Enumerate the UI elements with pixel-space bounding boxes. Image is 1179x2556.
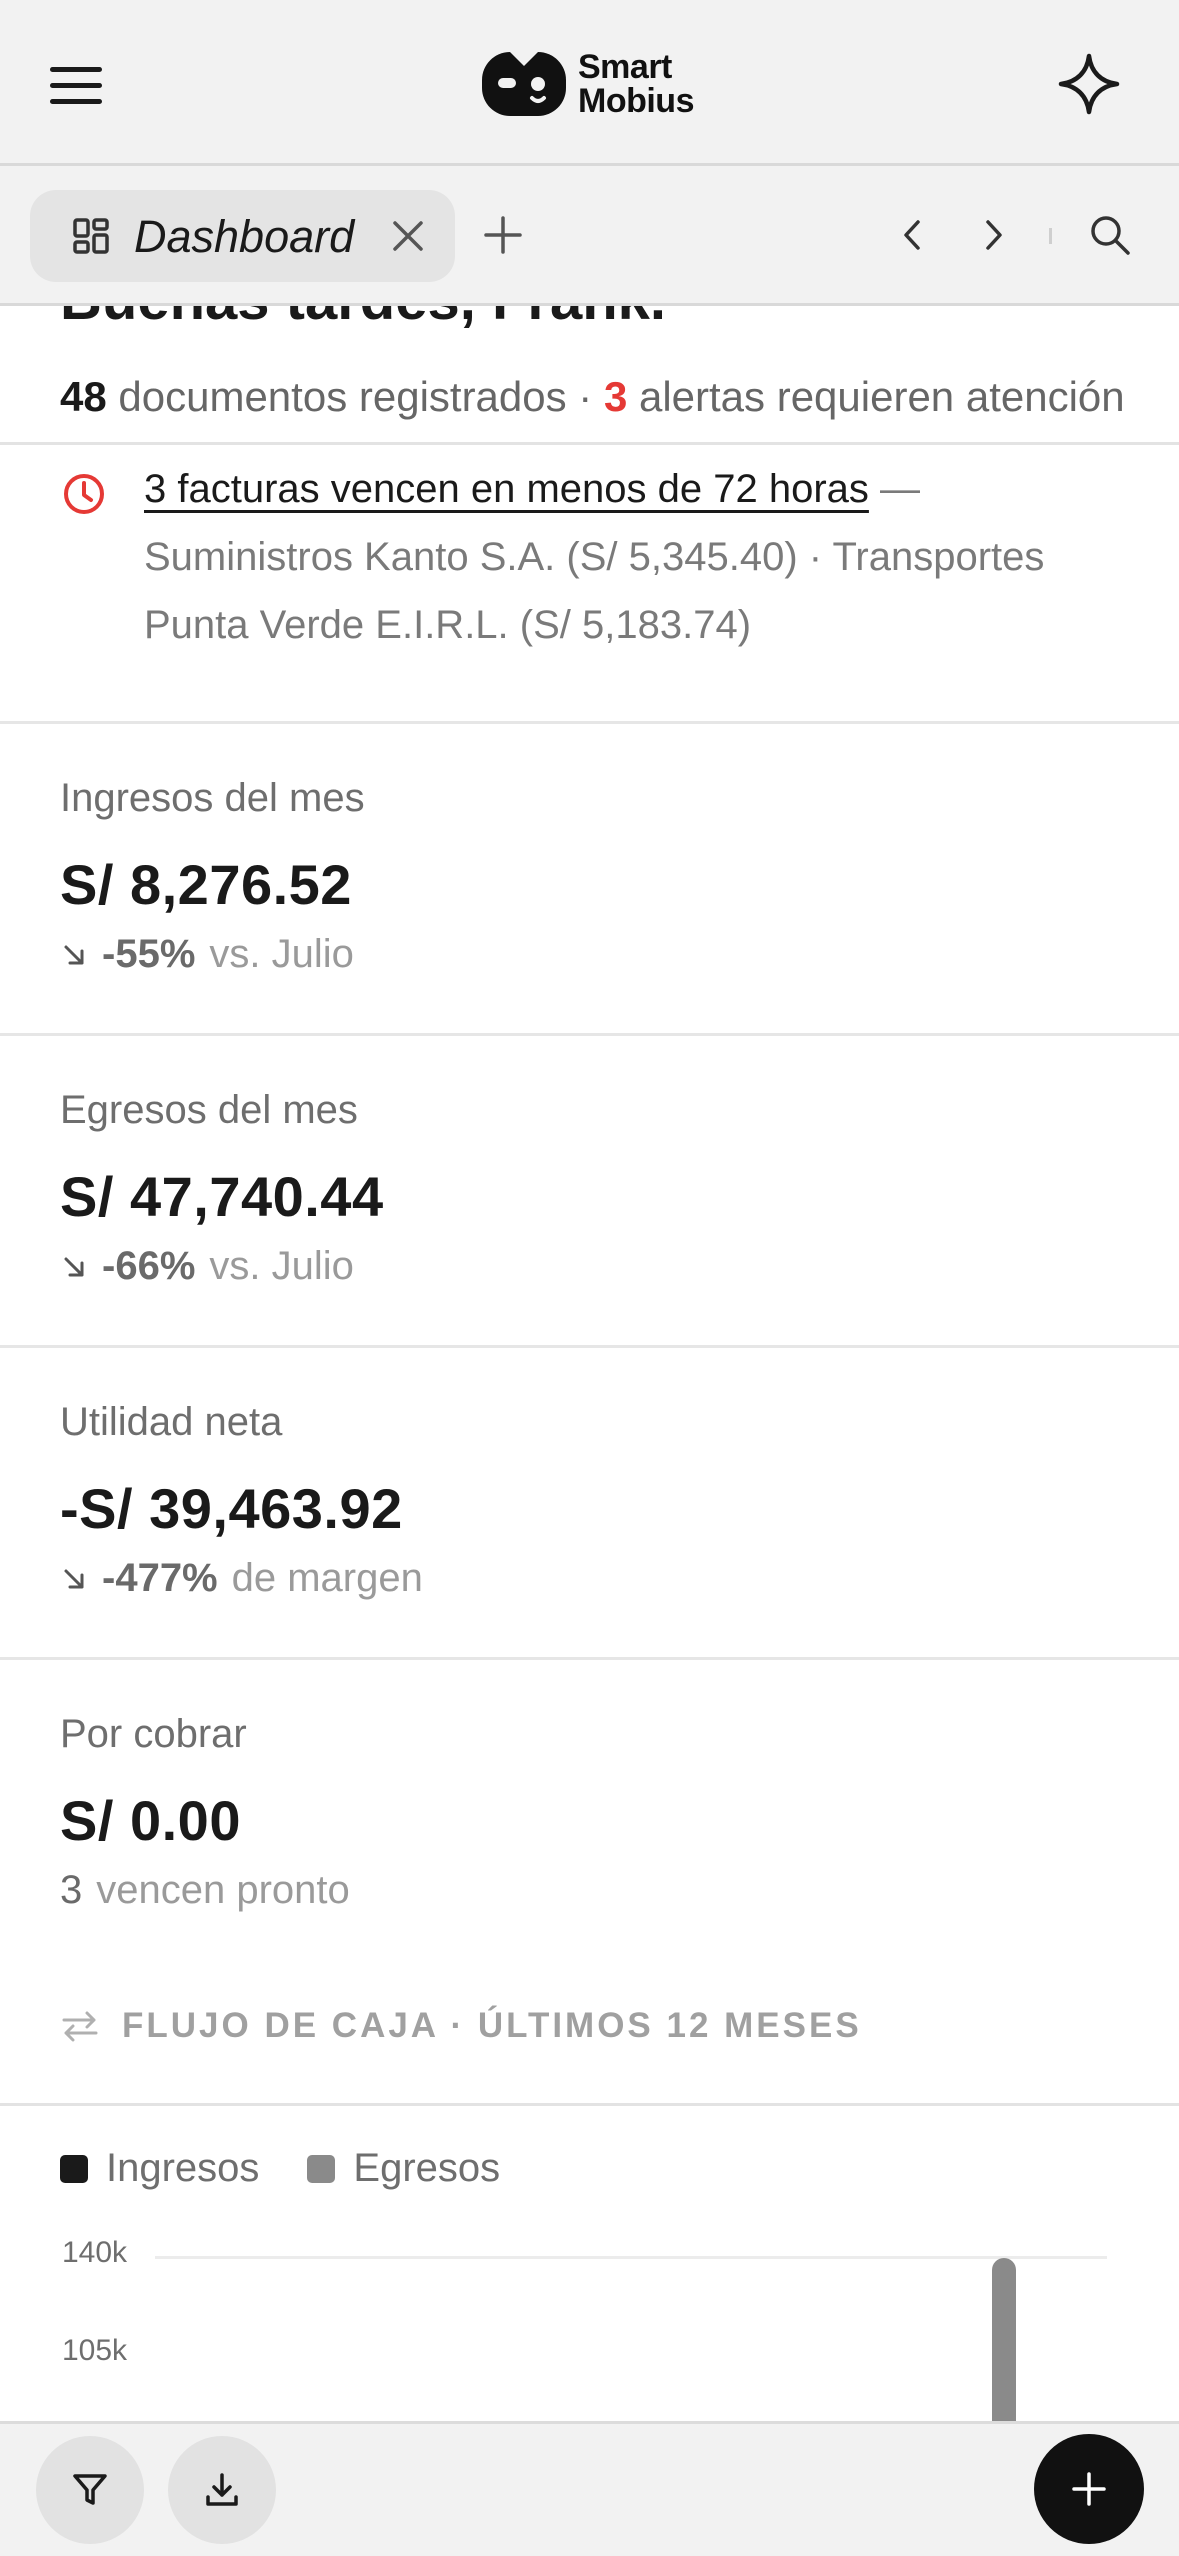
kpi-due-count: 3 bbox=[60, 1868, 83, 1912]
legend-swatch-expense bbox=[307, 2154, 336, 2183]
kpi-label: Utilidad neta bbox=[60, 1400, 283, 1444]
plus-icon bbox=[1072, 2472, 1106, 2506]
gridline bbox=[155, 2256, 1107, 2259]
kpi-change-percent: -55% bbox=[102, 932, 196, 976]
logo-text: Smart Mobius bbox=[578, 50, 694, 118]
clock-alert-icon bbox=[64, 474, 104, 514]
bottom-toolbar bbox=[0, 2421, 1179, 2556]
tab-dashboard[interactable]: Dashboard bbox=[30, 190, 455, 282]
hamburger-line bbox=[50, 98, 102, 104]
tab-bar: Dashboard bbox=[0, 166, 1179, 306]
arrow-down-right-icon bbox=[64, 1569, 84, 1588]
close-icon[interactable] bbox=[387, 215, 429, 257]
kpi-value: -S/ 39,463.92 bbox=[60, 1477, 403, 1540]
kpi-change-percent: -66% bbox=[102, 1244, 196, 1288]
search-icon[interactable] bbox=[1085, 210, 1135, 260]
arrow-down-right-icon bbox=[64, 945, 84, 964]
kpi-due-soon: 3 vencen pronto bbox=[60, 1868, 350, 1913]
kpi-value: S/ 0.00 bbox=[60, 1789, 241, 1852]
bar-egresos[interactable] bbox=[992, 2258, 1016, 2421]
logo-line-1: Smart bbox=[578, 48, 672, 86]
greeting-heading: Buenas tardes, Frank. bbox=[60, 306, 666, 333]
app-bar: Smart Mobius bbox=[0, 0, 1179, 166]
filter-icon bbox=[73, 2474, 107, 2505]
kpi-value: S/ 47,740.44 bbox=[60, 1165, 384, 1228]
document-count: 48 bbox=[60, 373, 107, 420]
dashboard-content[interactable]: Buenas tardes, Frank. 48 documentos regi… bbox=[0, 306, 1179, 2421]
hamburger-line bbox=[50, 82, 102, 88]
alert-count-text: alertas requieren atención bbox=[627, 373, 1125, 420]
chart-legend: Ingresos Egresos bbox=[60, 2146, 548, 2191]
kpi-card-income[interactable]: Ingresos del mes S/ 8,276.52 -55% vs. Ju… bbox=[0, 721, 1179, 1033]
kpi-change-suffix: de margen bbox=[231, 1556, 423, 1600]
toolbar-separator bbox=[1049, 228, 1052, 244]
arrow-down-right-icon bbox=[64, 1257, 84, 1276]
due-invoices-link[interactable]: 3 facturas vencen en menos de 72 horas bbox=[144, 467, 869, 511]
download-button[interactable] bbox=[168, 2436, 276, 2544]
due-invoices-alert[interactable]: 3 facturas vencen en menos de 72 horas —… bbox=[0, 445, 1179, 721]
kpi-change-percent: -477% bbox=[102, 1556, 218, 1600]
hamburger-menu-icon bbox=[50, 66, 102, 72]
app-logo[interactable]: Smart Mobius bbox=[480, 44, 694, 124]
download-icon bbox=[206, 2473, 238, 2506]
logo-icon bbox=[482, 52, 566, 116]
legend-label-expense: Egresos bbox=[353, 2146, 501, 2190]
legend-item-expense[interactable]: Egresos bbox=[307, 2146, 500, 2191]
alert-text: 3 facturas vencen en menos de 72 horas —… bbox=[144, 455, 1134, 659]
add-document-button[interactable] bbox=[1034, 2434, 1144, 2544]
tab-label: Dashboard bbox=[134, 211, 355, 262]
plus-icon[interactable] bbox=[480, 212, 526, 258]
documents-summary: 48 documentos registrados · 3 alertas re… bbox=[60, 364, 1140, 430]
alert-detail: Suministros Kanto S.A. (S/ 5,345.40) · T… bbox=[144, 535, 1045, 647]
document-count-text: documentos registrados · bbox=[106, 373, 604, 420]
chevron-right-icon[interactable] bbox=[970, 210, 1016, 260]
logo-line-2: Mobius bbox=[578, 82, 694, 120]
alert-dash: — bbox=[868, 467, 921, 511]
swap-arrows-icon bbox=[62, 2011, 98, 2042]
kpi-change-suffix: vs. Julio bbox=[209, 1244, 354, 1288]
kpi-card-receivables[interactable]: Por cobrar S/ 0.00 3 vencen pronto bbox=[0, 1657, 1179, 1969]
kpi-change: -66% vs. Julio bbox=[60, 1244, 354, 1289]
y-tick-label: 140k bbox=[62, 2236, 128, 2269]
menu-button[interactable] bbox=[50, 50, 130, 120]
kpi-change: -477% de margen bbox=[60, 1556, 423, 1601]
legend-label-income: Ingresos bbox=[106, 2146, 260, 2190]
kpi-label: Egresos del mes bbox=[60, 1088, 358, 1132]
legend-swatch-income bbox=[60, 2154, 88, 2183]
dashboard-grid-icon bbox=[73, 218, 109, 254]
legend-item-income[interactable]: Ingresos bbox=[60, 2146, 259, 2191]
cashflow-title-text: FLUJO DE CAJA · ÚLTIMOS 12 MESES bbox=[122, 2006, 862, 2045]
kpi-change: -55% vs. Julio bbox=[60, 932, 354, 977]
sparkle-icon[interactable] bbox=[1055, 50, 1123, 118]
kpi-card-expenses[interactable]: Egresos del mes S/ 47,740.44 -66% vs. Ju… bbox=[0, 1033, 1179, 1345]
cashflow-chart: 140k 105k bbox=[0, 2236, 1179, 2421]
kpi-due-suffix: vencen pronto bbox=[96, 1868, 350, 1912]
alert-count: 3 bbox=[603, 373, 628, 420]
kpi-change-suffix: vs. Julio bbox=[209, 932, 354, 976]
divider bbox=[0, 2103, 1179, 2106]
kpi-card-net-profit[interactable]: Utilidad neta -S/ 39,463.92 -477% de mar… bbox=[0, 1345, 1179, 1657]
chevron-left-icon[interactable] bbox=[890, 210, 936, 260]
kpi-value: S/ 8,276.52 bbox=[60, 853, 352, 916]
kpi-label: Por cobrar bbox=[60, 1712, 247, 1756]
kpi-label: Ingresos del mes bbox=[60, 776, 365, 820]
filter-button[interactable] bbox=[36, 2436, 144, 2544]
y-tick-label: 105k bbox=[62, 2334, 128, 2367]
cashflow-section-title: FLUJO DE CAJA · ÚLTIMOS 12 MESES bbox=[60, 2006, 862, 2046]
